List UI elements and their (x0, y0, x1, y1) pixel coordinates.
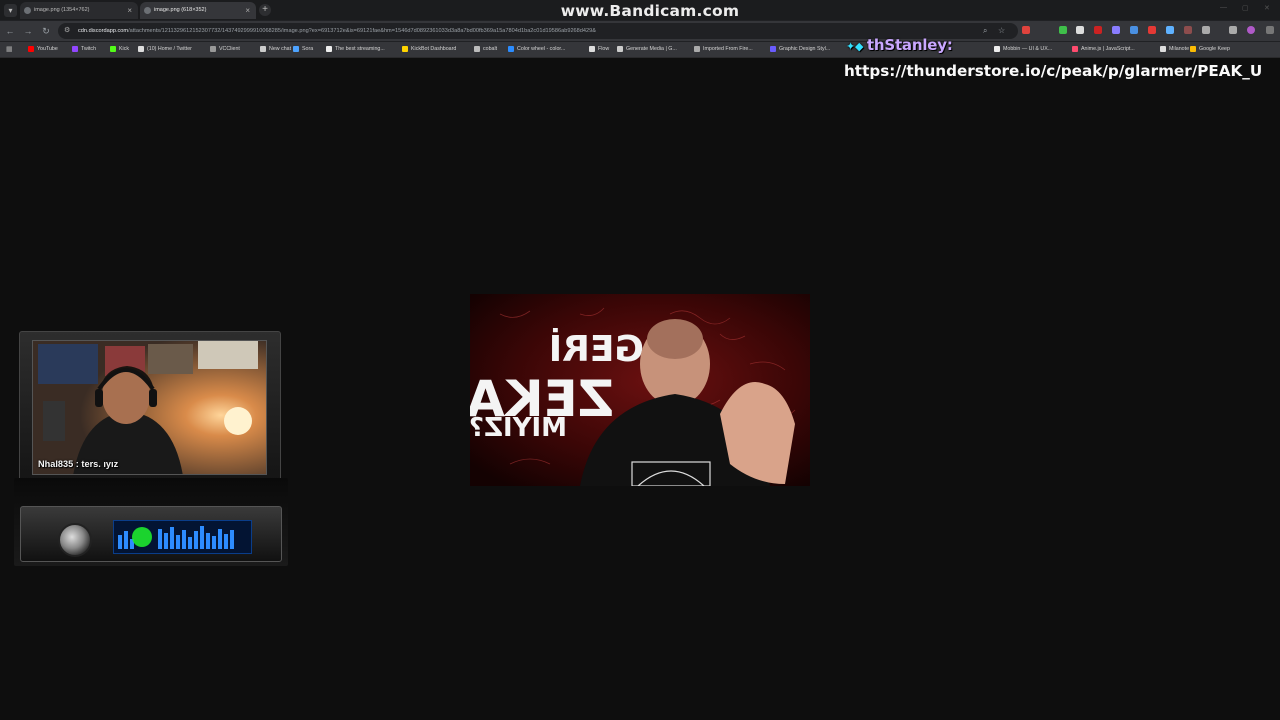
extension-icon[interactable] (1112, 26, 1120, 34)
bookmark-label: Color wheel - color... (517, 46, 566, 52)
equalizer-icon (118, 526, 234, 549)
site-info-icon[interactable]: ⚙ (64, 26, 73, 35)
bookmark-favicon-icon (474, 46, 480, 52)
bookmark-label: Sora (302, 46, 314, 52)
chat-message-overlay: https://thunderstore.io/c/peak/p/glarmer… (844, 62, 1263, 80)
thumbnail-illustration: GERİ ZEKALI MIYIZ? (470, 294, 810, 486)
browser-toolbar: ← → ↻ ⚙ cdn.discordapp.com/attachments/1… (0, 21, 1280, 41)
bookmark-favicon-icon (72, 46, 78, 52)
bookmark-label: VCClient (219, 46, 240, 52)
bookmark-item[interactable]: Color wheel - color... (508, 42, 565, 57)
bookmark-favicon-icon (589, 46, 595, 52)
bookmark-label: Graphic Design Styl... (779, 46, 831, 52)
download-icon[interactable] (1229, 26, 1237, 34)
bookmark-favicon-icon (770, 46, 776, 52)
bookmark-label: cobalt (483, 46, 498, 52)
bookmark-label: Generate Media | G... (626, 46, 677, 52)
extension-icon[interactable] (1022, 26, 1030, 34)
url-text[interactable]: cdn.discordapp.com/attachments/121132961… (78, 23, 958, 39)
shield-extension-icon[interactable] (1059, 26, 1067, 34)
radio-display (113, 520, 252, 554)
bookmark-item[interactable]: (10) Home / Twitter (138, 42, 192, 57)
zoom-icon[interactable]: ⌕ (983, 26, 987, 36)
bookmarks-bar: ▦ YouTube Twitch Kick (10) Home / Twitter VC… (0, 42, 1280, 58)
extension-icon[interactable] (1166, 26, 1174, 34)
bookmark-item[interactable]: Graphic Design Styl... (770, 42, 830, 57)
bookmark-favicon-icon (138, 46, 144, 52)
image-text-line1: GERİ (549, 328, 644, 370)
bookmark-favicon-icon (694, 46, 700, 52)
bookmark-favicon-icon (1072, 46, 1078, 52)
chat-badge-icon: ✦◆ (846, 40, 867, 53)
extension-icon[interactable] (1148, 26, 1156, 34)
bookmark-label: YouTube (37, 46, 58, 52)
bookmark-item[interactable]: Flow (589, 42, 609, 57)
bookmark-label: The best streaming... (335, 46, 385, 52)
bookmark-label: Google Keep (1199, 46, 1230, 52)
bookmark-item[interactable]: Mobbin — UI & UX... (994, 42, 1052, 57)
volume-knob-icon (58, 523, 92, 557)
url-domain: cdn.discordapp.com (78, 28, 129, 34)
bandicam-watermark: www.Bandicam.com (560, 2, 740, 20)
bookmark-item[interactable]: Anime.js | JavaScript... (1072, 42, 1135, 57)
bookmark-item[interactable]: Imported From Fire... (694, 42, 753, 57)
extension-icon[interactable] (1130, 26, 1138, 34)
bookmark-item[interactable]: Milanote (1160, 42, 1189, 57)
bookmark-favicon-icon (402, 46, 408, 52)
bookmark-item[interactable]: The best streaming... (326, 42, 385, 57)
bookmark-item[interactable]: Google Keep (1190, 42, 1230, 57)
extension-icon[interactable] (1184, 26, 1192, 34)
webcam-illustration (33, 341, 266, 474)
bookmark-label: KickBot Dashboard (411, 46, 457, 52)
image-text-line3: MIYIZ? (470, 413, 567, 443)
bookmark-favicon-icon (260, 46, 266, 52)
play-extension-icon[interactable] (1076, 26, 1084, 34)
bookmark-favicon-icon (326, 46, 332, 52)
bookmark-item[interactable]: Sora (293, 42, 313, 57)
bookmark-label: Flow (598, 46, 610, 52)
bookmark-item[interactable]: cobalt (474, 42, 497, 57)
bookmark-favicon-icon (293, 46, 299, 52)
bookmark-favicon-icon (994, 46, 1000, 52)
url-path: /attachments/1211329612152307732/1437492… (128, 28, 596, 34)
bookmark-favicon-icon (210, 46, 216, 52)
bookmark-item[interactable]: KickBot Dashboard (402, 42, 456, 57)
bookmark-favicon-icon (508, 46, 514, 52)
bookmark-item[interactable]: Twitch (72, 42, 96, 57)
bookmark-favicon-icon (28, 46, 34, 52)
bookmark-item[interactable]: Kick (110, 42, 129, 57)
bookmark-favicon-icon (1190, 46, 1196, 52)
extension-icon[interactable] (1094, 26, 1102, 34)
bookmark-label: (10) Home / Twitter (147, 46, 192, 52)
bookmark-label: Imported From Fire... (703, 46, 753, 52)
bookmark-favicon-icon (617, 46, 623, 52)
puzzle-icon[interactable] (1202, 26, 1210, 34)
webcam-frame-label (20, 332, 282, 338)
back-icon[interactable]: ← (4, 25, 16, 37)
bookmark-item[interactable]: Generate Media | G... (617, 42, 677, 57)
bookmark-item[interactable]: YouTube (28, 42, 58, 57)
bookmark-label: Anime.js | JavaScript... (1081, 46, 1135, 52)
bookmark-favicon-icon (1160, 46, 1166, 52)
bookmark-item[interactable]: New chat (260, 42, 291, 57)
bookmark-label: Milanote (1169, 46, 1190, 52)
bookmark-label: Mobbin — UI & UX... (1003, 46, 1053, 52)
apps-grid-icon[interactable]: ▦ (6, 46, 13, 53)
bookmark-item[interactable]: VCClient (210, 42, 240, 57)
reload-icon[interactable]: ↻ (40, 25, 52, 37)
forward-icon[interactable]: → (22, 25, 34, 37)
kebab-menu-icon[interactable] (1266, 26, 1274, 34)
webcam-chat-message: Nhal835 : ters. ıyız (38, 459, 119, 469)
displayed-image[interactable]: GERİ ZEKALI MIYIZ? (470, 294, 810, 486)
bookmark-label: New chat (269, 46, 292, 52)
bookmark-star-icon[interactable]: ☆ (998, 26, 1005, 36)
bookmark-label: Twitch (81, 46, 97, 52)
chat-username-overlay: ✦◆ thStanley: (846, 36, 953, 54)
webcam-feed (32, 340, 267, 475)
bookmark-favicon-icon (110, 46, 116, 52)
bookmark-label: Kick (119, 46, 130, 52)
avatar[interactable] (1247, 26, 1255, 34)
